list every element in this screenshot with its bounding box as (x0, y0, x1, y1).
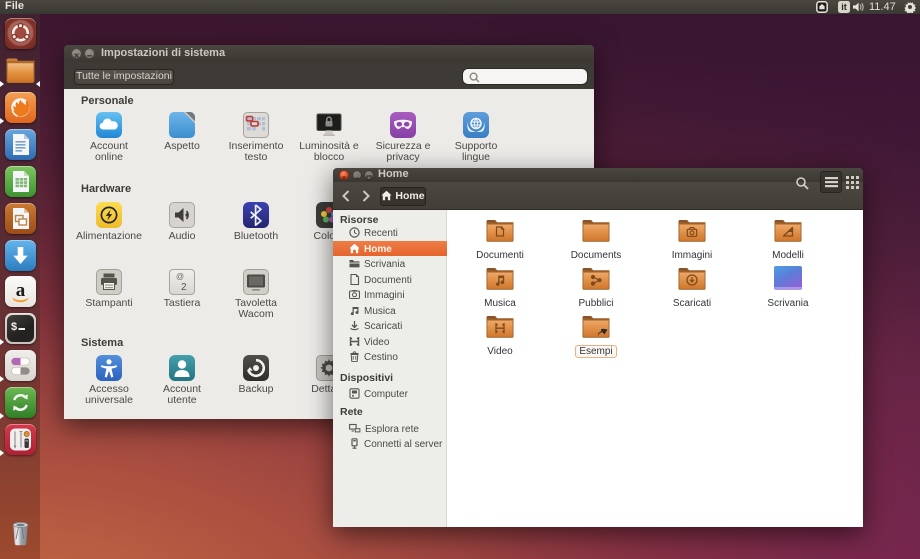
svg-text:@: @ (176, 272, 184, 281)
svg-text:a: a (16, 280, 26, 301)
svg-text:$: $ (11, 321, 17, 333)
svg-text:2: 2 (181, 282, 187, 293)
